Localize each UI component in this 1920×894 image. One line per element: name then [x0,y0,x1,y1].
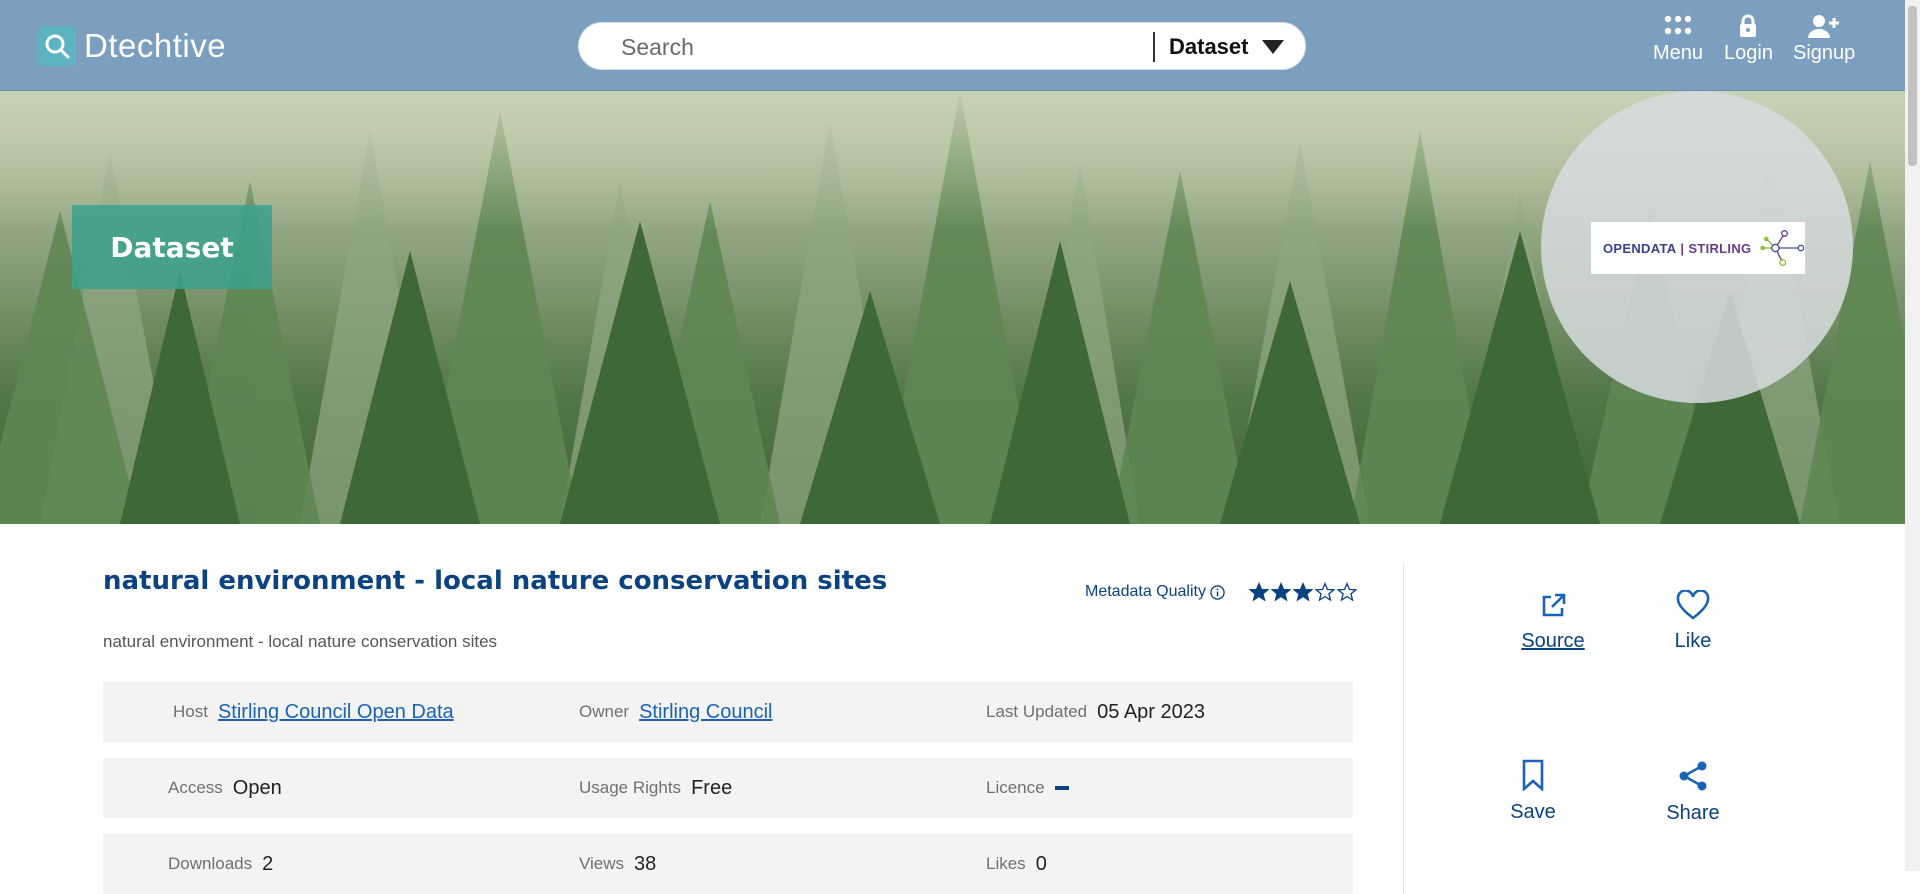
access-value: Open [232,776,282,799]
metadata-quality: Metadata Quality [1085,582,1357,602]
user-plus-icon [1808,15,1840,38]
signup-button[interactable]: Signup [1793,14,1855,74]
owner-field: Owner Stirling Council [579,700,773,724]
share-label: Share [1666,802,1720,824]
login-label: Login [1724,42,1773,64]
likes-value: 0 [1035,852,1047,875]
star-filled-icon [1292,582,1313,602]
info-row-2: Access Open Usage Rights Free Licence [103,758,1353,818]
save-label: Save [1510,801,1556,823]
dataset-description: natural environment - local nature conse… [103,632,498,651]
access-field: Access Open [168,776,282,799]
search-divider [1153,32,1155,62]
search-input[interactable] [619,31,1183,63]
brand-name: Dtechtive [84,27,227,64]
dataset-detail-card: natural environment - local nature conse… [53,524,1853,894]
downloads-field: Downloads 2 [168,852,274,875]
search-scope-dropdown[interactable]: Dataset [1169,31,1285,63]
hero-banner: Dataset OPENDATA | STIRLING [0,91,1905,524]
owner-link[interactable]: Stirling Council [639,701,772,724]
metadata-quality-label: Metadata Quality [1085,583,1206,600]
page-scrollbar[interactable] [1905,0,1920,871]
scrollbar-thumb[interactable] [1908,6,1917,166]
brand-logo[interactable]: Dtechtive [38,24,226,68]
likes-field: Likes 0 [986,852,1047,875]
top-bar: Dtechtive Dataset Menu Login Signu [0,0,1905,91]
share-icon [1679,761,1707,791]
magnifier-logo-icon [38,26,76,66]
licence-field: Licence [986,758,1069,818]
like-button[interactable]: Like [1643,590,1743,653]
info-row-1: Host Stirling Council Open Data Owner St… [103,682,1353,742]
dataset-title: natural environment - local nature conse… [103,566,888,596]
last-updated-value: 05 Apr 2023 [1097,700,1206,723]
licence-empty-dash [1054,786,1069,790]
external-link-icon [1542,593,1566,617]
host-link[interactable]: Stirling Council Open Data [218,701,454,724]
usage-rights-value: Free [691,776,733,799]
lock-icon [1740,14,1757,37]
search-scope-label: Dataset [1169,34,1249,59]
views-field: Views 38 [579,852,657,875]
caret-down-icon [1262,40,1285,54]
metadata-quality-stars [1248,582,1357,602]
star-filled-icon [1270,582,1291,602]
source-label: Source [1521,630,1585,652]
save-button[interactable]: Save [1483,759,1583,824]
network-nodes-icon [1760,230,1805,266]
heart-icon [1676,590,1710,620]
opendata-stirling-logo: OPENDATA | STIRLING [1591,222,1805,274]
last-updated-field: Last Updated 05 Apr 2023 [986,700,1206,723]
share-button[interactable]: Share [1643,760,1743,825]
star-empty-icon [1314,582,1335,602]
bookmark-icon [1522,759,1544,791]
star-empty-icon [1336,582,1357,602]
organisation-logo-circle: OPENDATA | STIRLING [1541,91,1853,403]
signup-label: Signup [1793,42,1856,64]
login-button[interactable]: Login [1724,14,1773,74]
downloads-value: 2 [262,852,274,875]
info-row-3: Downloads 2 Views 38 Likes 0 [103,834,1353,894]
like-label: Like [1674,630,1712,652]
views-value: 38 [634,852,657,875]
actions-divider [1403,564,1404,894]
usage-rights-field: Usage Rights Free [579,776,733,799]
menu-button[interactable]: Menu [1653,14,1703,74]
source-button[interactable]: Source [1503,592,1603,653]
dataset-type-badge: Dataset [72,205,272,289]
star-filled-icon [1248,582,1269,602]
menu-label: Menu [1653,42,1704,64]
host-field: Host Stirling Council Open Data [173,700,454,724]
info-icon[interactable] [1210,584,1225,600]
search-bar: Dataset [578,22,1306,70]
grid-icon [1664,15,1692,35]
